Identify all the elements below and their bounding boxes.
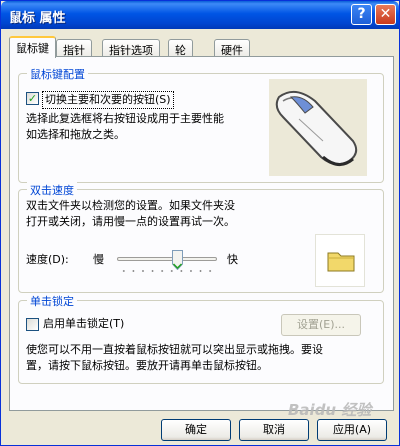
- tab-pointer-options[interactable]: 指针选项: [102, 39, 160, 57]
- window-title: 鼠标 属性: [9, 11, 66, 26]
- help-button[interactable]: ?: [351, 4, 372, 25]
- click-lock-group: 单击锁定 启用单击锁定(T) 设置(E)... 使您可以不用一直按着鼠标按钮就可…: [18, 293, 384, 384]
- double-click-speed-track[interactable]: [117, 257, 217, 261]
- double-click-desc-line2: 打开或关闭，请用慢一点的设置再试一次。: [26, 215, 235, 228]
- click-lock-desc-line1: 使您可以不用一直按着鼠标按钮就可以突出显示或拖拽。要设: [26, 343, 323, 356]
- click-lock-desc-line2: 置，请按下鼠标按钮。要放开请再单击鼠标按钮。: [26, 359, 268, 372]
- mouse-icon: [275, 90, 358, 166]
- title-bar[interactable]: 鼠标 属性 ? ✕: [1, 1, 399, 29]
- tab-hardware[interactable]: 硬件: [214, 39, 250, 57]
- click-lock-settings-button[interactable]: 设置(E)...: [281, 314, 361, 336]
- button-config-group: 鼠标键配置 ✓ 切换主要和次要的按钮(S) 选择此复选框将右按钮设成用于主要性能…: [18, 66, 384, 183]
- double-click-desc-line1: 双击文件夹以检测您的设置。如果文件夹没: [26, 199, 235, 212]
- fast-label: 快: [227, 253, 238, 266]
- mouse-illustration: [269, 79, 367, 176]
- tab-buttons[interactable]: 鼠标键: [9, 36, 56, 58]
- click-lock-label[interactable]: 启用单击锁定(T): [43, 316, 124, 332]
- click-lock-checkbox[interactable]: [26, 318, 39, 331]
- click-lock-title: 单击锁定: [27, 293, 77, 309]
- double-click-title: 双击速度: [27, 182, 77, 198]
- watermark-logo: Baidu 经验: [288, 401, 372, 419]
- button-config-desc-line2: 如选择和拖放之类。: [26, 128, 125, 141]
- slider-thumb-icon: [171, 250, 183, 271]
- double-click-speed-ticks: [119, 269, 215, 273]
- speed-label: 速度(D):: [26, 253, 69, 266]
- tab-wheel[interactable]: 轮: [168, 39, 193, 57]
- apply-button[interactable]: 应用(A): [317, 419, 387, 441]
- double-click-speed-thumb[interactable]: [171, 250, 183, 271]
- button-config-desc-line1: 选择此复选框将右按钮设成用于主要性能: [26, 112, 224, 125]
- double-click-group: 双击速度 双击文件夹以检测您的设置。如果文件夹没 打开或关闭，请用慢一点的设置再…: [18, 182, 384, 293]
- ok-button[interactable]: 确定: [161, 419, 231, 441]
- close-button[interactable]: ✕: [375, 4, 396, 25]
- tab-pointers[interactable]: 指针: [56, 39, 92, 57]
- switch-buttons-label[interactable]: 切换主要和次要的按钮(S): [42, 91, 174, 109]
- switch-buttons-checkbox[interactable]: ✓: [26, 92, 39, 105]
- cancel-button[interactable]: 取消: [239, 419, 309, 441]
- folder-icon: [327, 252, 355, 272]
- slow-label: 慢: [93, 253, 104, 266]
- button-config-title: 鼠标键配置: [27, 66, 88, 82]
- mouse-properties-dialog: 鼠标 属性 ? ✕ 鼠标键 指针 指针选项 轮 硬件 鼠标键配置 ✓ 切换主要和…: [0, 0, 400, 446]
- test-folder-area[interactable]: [315, 234, 365, 287]
- tab-panel: 鼠标键配置 ✓ 切换主要和次要的按钮(S) 选择此复选框将右按钮设成用于主要性能…: [9, 56, 394, 411]
